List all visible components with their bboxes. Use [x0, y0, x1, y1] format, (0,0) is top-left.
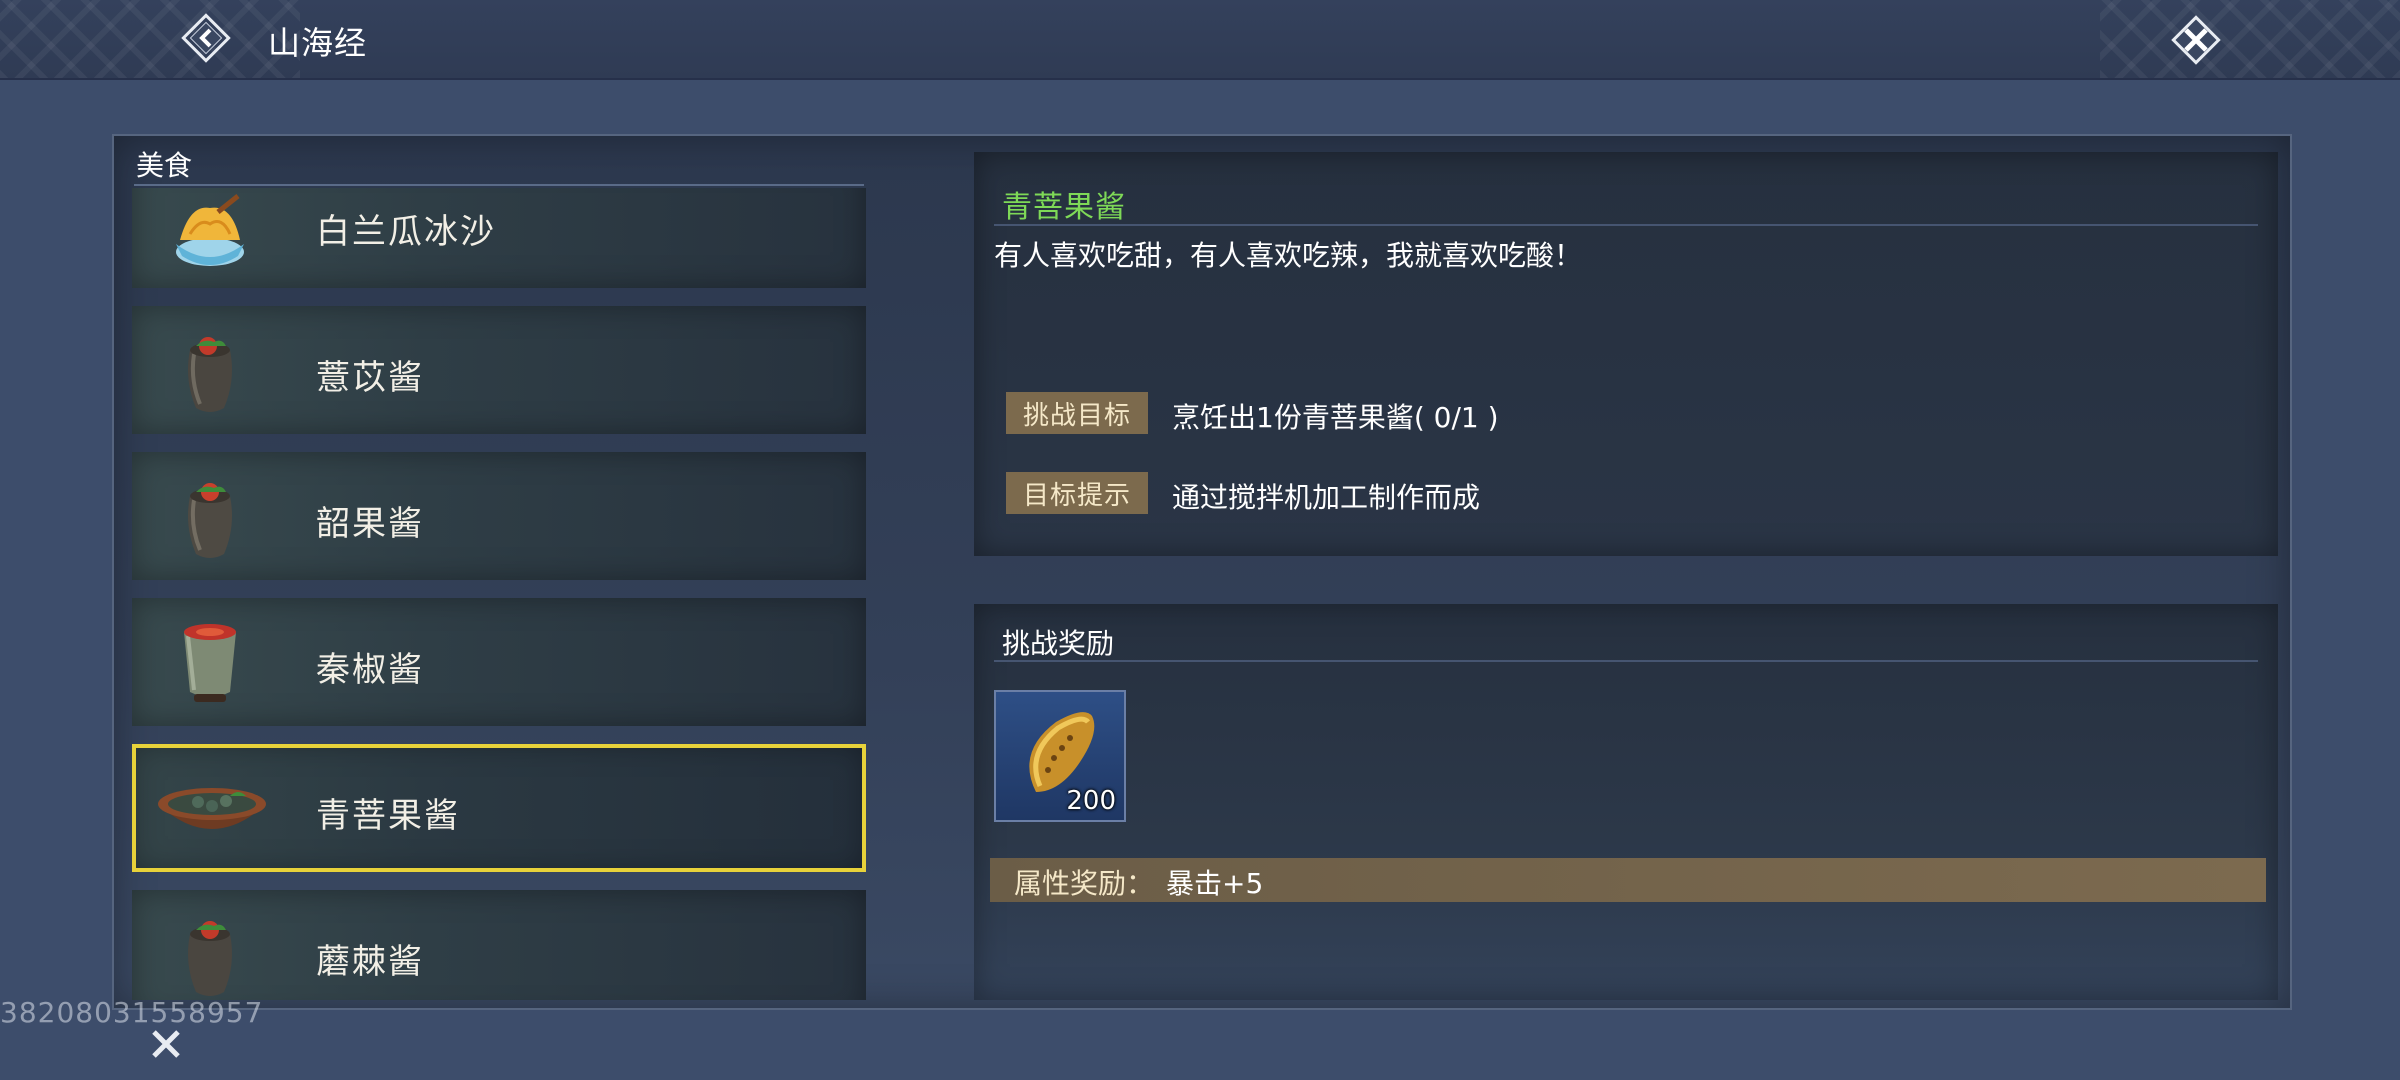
goal-tag: 挑战目标	[1006, 392, 1148, 434]
detail-description: 有人喜欢吃甜，有人喜欢吃辣，我就喜欢吃酸！	[994, 239, 1583, 272]
list-item[interactable]: 秦椒酱	[132, 598, 866, 726]
recipe-detail: 青菩果酱 有人喜欢吃甜，有人喜欢吃辣，我就喜欢吃酸！ 挑战目标 烹饪出1份青菩果…	[974, 152, 2278, 556]
list-item[interactable]: 韶果酱	[132, 452, 866, 580]
divider	[134, 184, 864, 186]
page-title: 山海经	[268, 24, 368, 62]
top-bar: 山海经	[0, 0, 2400, 80]
list-item-label: 薏苡酱	[316, 358, 424, 398]
list-item-label: 韶果酱	[316, 504, 424, 544]
reward-panel: 挑战奖励 200 属性奖励： 暴击+5	[974, 604, 2278, 1000]
close-icon	[2171, 15, 2221, 65]
list-item-label: 秦椒酱	[316, 650, 424, 690]
reward-item-slot[interactable]: 200	[994, 690, 1126, 822]
main-panel: 美食 白兰瓜冰沙 薏苡酱 韶果酱 秦椒酱 青菩果酱 蘑棘酱 青菩果酱 有人喜欢吃…	[112, 134, 2292, 1010]
recipe-list-panel: 美食 白兰瓜冰沙 薏苡酱 韶果酱 秦椒酱 青菩果酱 蘑棘酱	[124, 136, 866, 1006]
dish-bowl-icon	[152, 758, 272, 858]
goal-text: 烹饪出1份青菩果酱( 0/1 )	[1172, 401, 1499, 434]
attribute-reward-label: 属性奖励：	[1014, 867, 1155, 900]
header-pattern-left	[0, 0, 300, 78]
shaved-ice-bowl-icon	[160, 188, 260, 274]
header-pattern-right	[2100, 0, 2400, 78]
clay-jar-icon	[160, 466, 260, 566]
hint-tag: 目标提示	[1006, 472, 1148, 514]
dismiss-button[interactable]	[146, 1024, 186, 1064]
list-item[interactable]: 白兰瓜冰沙	[132, 188, 866, 288]
player-uid: 38208031558957	[0, 996, 264, 1029]
list-item[interactable]: 蘑棘酱	[132, 890, 866, 1000]
detail-title: 青菩果酱	[1002, 190, 1126, 225]
chevron-left-icon	[181, 13, 231, 63]
list-item-selected[interactable]: 青菩果酱	[132, 744, 866, 872]
close-button[interactable]	[2166, 10, 2226, 70]
list-item-label: 青菩果酱	[316, 796, 460, 836]
back-button[interactable]	[178, 10, 234, 66]
list-item-label: 蘑棘酱	[316, 942, 424, 982]
list-section-title: 美食	[136, 149, 193, 182]
reward-title: 挑战奖励	[1002, 627, 1115, 660]
list-item[interactable]: 薏苡酱	[132, 306, 866, 434]
clay-jar-icon	[160, 904, 260, 1000]
attribute-reward-bar: 属性奖励： 暴击+5	[990, 858, 2266, 902]
list-item-label: 白兰瓜冰沙	[316, 212, 496, 252]
attribute-reward-value: 暴击+5	[1166, 867, 1264, 900]
divider	[994, 224, 2258, 226]
sauce-cup-icon	[160, 612, 260, 712]
divider	[994, 660, 2258, 662]
clay-jar-icon	[160, 320, 260, 420]
recipe-list[interactable]: 白兰瓜冰沙 薏苡酱 韶果酱 秦椒酱 青菩果酱 蘑棘酱	[132, 188, 866, 1000]
reward-count: 200	[1066, 786, 1116, 816]
close-icon	[152, 1030, 180, 1058]
hint-text: 通过搅拌机加工制作而成	[1172, 481, 1481, 514]
